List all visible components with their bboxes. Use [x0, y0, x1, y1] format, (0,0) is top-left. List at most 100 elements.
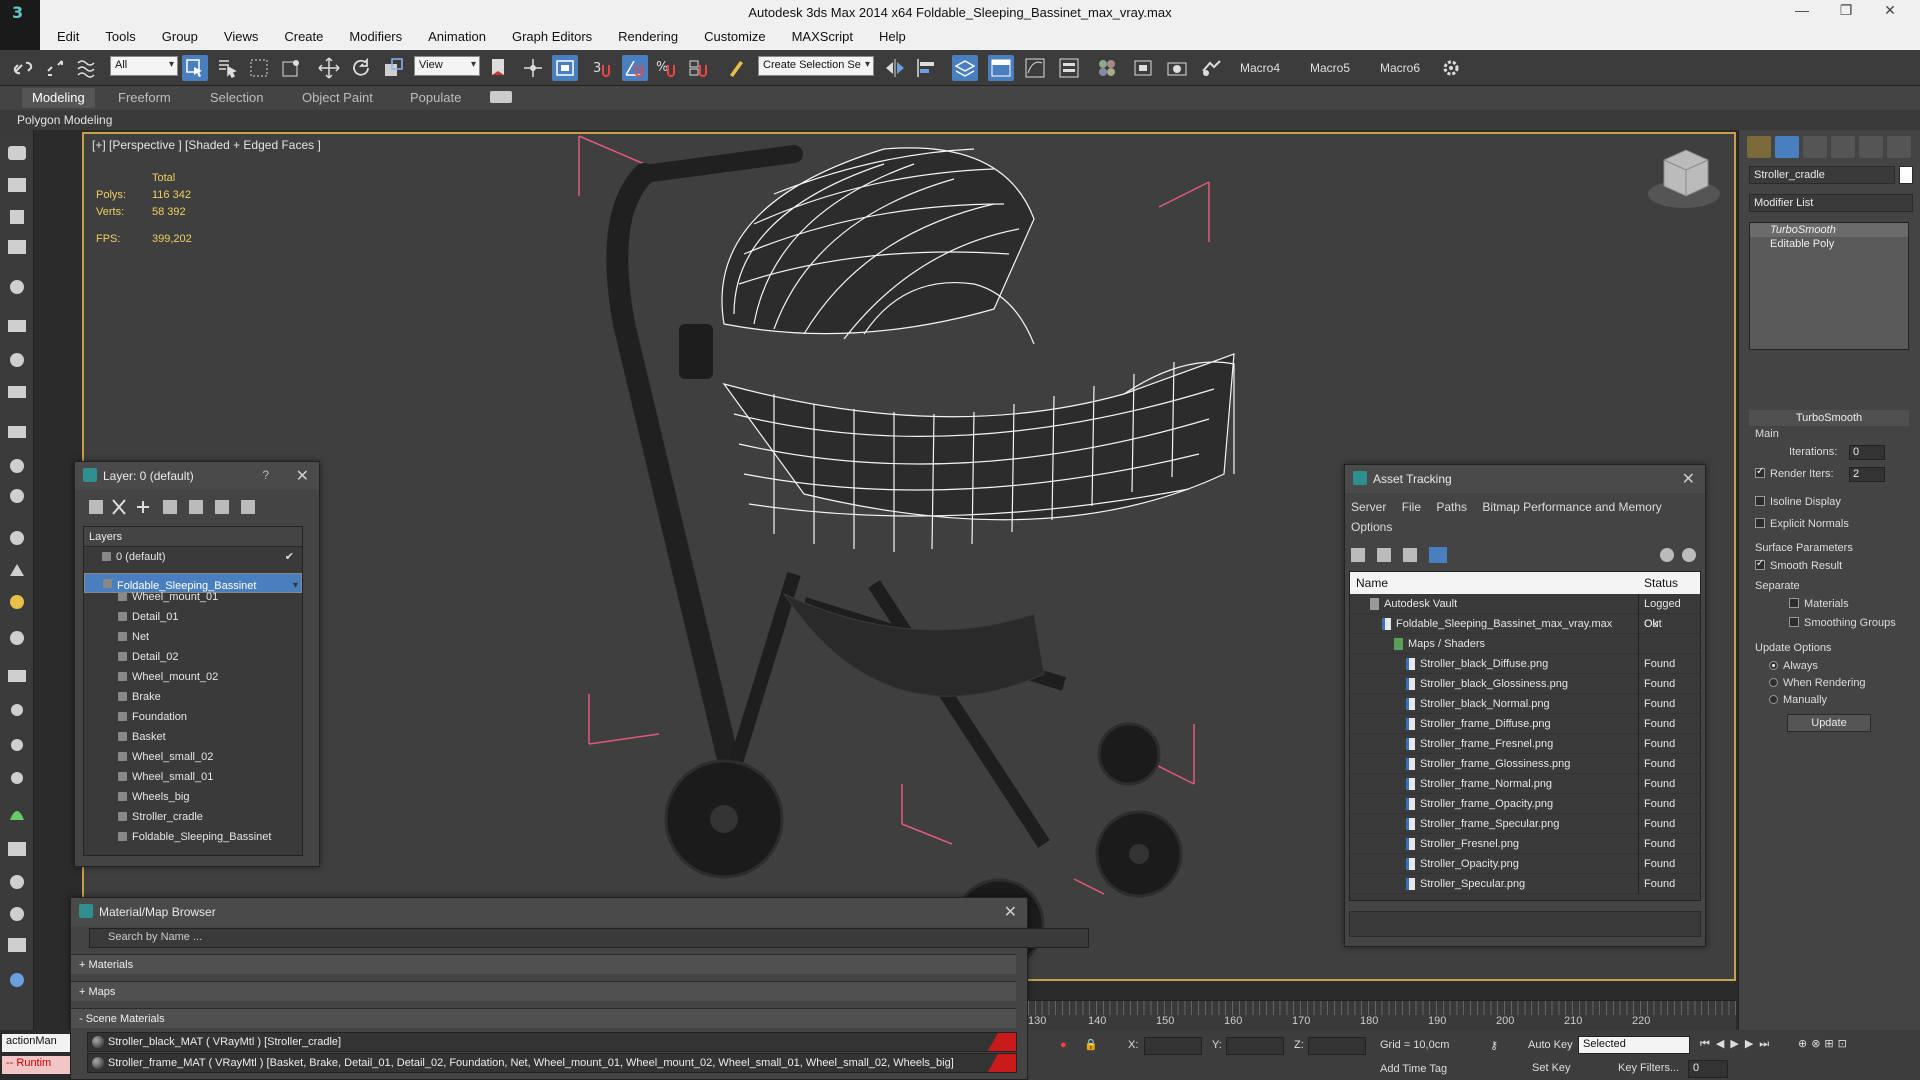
layer-object-row[interactable]: Basket — [84, 727, 302, 747]
manipulate-icon[interactable] — [520, 55, 546, 81]
selection-filter-dropdown[interactable]: All — [110, 56, 178, 76]
menu-maxscript[interactable]: MAXScript — [779, 29, 866, 44]
tab-populate[interactable]: Populate — [410, 90, 461, 105]
rotate-icon[interactable] — [348, 55, 374, 81]
mirror-icon[interactable] — [882, 55, 908, 81]
asset-row[interactable]: Stroller_Specular.png Found — [1350, 874, 1700, 894]
tab-selection[interactable]: Selection — [210, 90, 263, 105]
asset-menu-paths[interactable]: Paths — [1436, 500, 1467, 514]
macro5-button[interactable]: Macro5 — [1310, 61, 1350, 75]
minimize-button[interactable]: — — [1782, 2, 1822, 24]
asset-menu-bitmap[interactable]: Bitmap Performance and Memory — [1482, 500, 1661, 514]
asset-row[interactable]: Stroller_black_Glossiness.png Found — [1350, 674, 1700, 694]
stack-item-turbosmooth[interactable]: TurboSmooth — [1750, 223, 1908, 237]
material-panel-close-button[interactable]: ✕ — [1004, 902, 1017, 922]
asset-row[interactable]: Stroller_frame_Glossiness.png Found — [1350, 754, 1700, 774]
percent-snap-icon[interactable]: % — [654, 55, 680, 81]
tab-object-paint[interactable]: Object Paint — [302, 90, 373, 105]
asset-row[interactable]: Stroller_frame_Diffuse.png Found — [1350, 714, 1700, 734]
turbosmooth-rollout[interactable]: TurboSmooth — [1749, 410, 1909, 426]
layer-object-row[interactable]: Foundation — [84, 707, 302, 727]
layers-column-header[interactable]: Layers — [84, 527, 302, 547]
maxscript-line-1[interactable]: actionMan — [2, 1034, 70, 1052]
materials-option[interactable]: Materials — [1789, 598, 1849, 610]
isoline-checkbox[interactable] — [1755, 496, 1765, 506]
align-icon[interactable] — [914, 55, 940, 81]
tab-freeform[interactable]: Freeform — [118, 90, 171, 105]
explicit-normals-checkbox[interactable] — [1755, 518, 1765, 528]
menu-tools[interactable]: Tools — [92, 29, 148, 44]
smoothing-groups-option[interactable]: Smoothing Groups — [1789, 617, 1896, 629]
viewport-nav-controls[interactable]: ⊕⊗⊞⊡ — [1798, 1037, 1851, 1050]
asset-menu-file[interactable]: File — [1402, 500, 1421, 514]
layer-manager-icon[interactable] — [952, 55, 978, 81]
rect-selection-icon[interactable] — [246, 55, 272, 81]
manually-radio[interactable] — [1769, 695, 1778, 704]
layer-panel-close-button[interactable]: ✕ — [296, 466, 309, 486]
asset-menu-options[interactable]: Options — [1351, 520, 1392, 534]
unlink-icon[interactable] — [42, 55, 68, 81]
menu-create[interactable]: Create — [271, 29, 336, 44]
macro4-button[interactable]: Macro4 — [1240, 61, 1280, 75]
iterations-spinner[interactable]: 0 — [1849, 445, 1885, 460]
timeline[interactable]: 130 140 150 160 170 180 190 200 210 220 — [1028, 1000, 1736, 1030]
manually-option[interactable]: Manually — [1769, 694, 1827, 706]
menu-edit[interactable]: Edit — [44, 29, 92, 44]
asset-row[interactable]: Stroller_black_Normal.png Found — [1350, 694, 1700, 714]
col-status-header[interactable]: Status — [1644, 576, 1678, 590]
keyboard-shortcut-icon[interactable] — [552, 55, 578, 81]
pivot-icon[interactable] — [486, 55, 512, 81]
display-tab-icon[interactable] — [1859, 136, 1883, 158]
select-by-name-icon[interactable] — [214, 55, 240, 81]
current-frame-field[interactable]: 0 — [1688, 1060, 1728, 1078]
material-editor-icon[interactable] — [1094, 55, 1120, 81]
menu-views[interactable]: Views — [211, 29, 271, 44]
create-tab-icon[interactable] — [1747, 136, 1771, 158]
explicit-normals-option[interactable]: Explicit Normals — [1755, 518, 1849, 530]
menu-help[interactable]: Help — [866, 29, 919, 44]
asset-row[interactable]: Stroller_Opacity.png Found — [1350, 854, 1700, 874]
auto-key-button[interactable]: Auto Key — [1528, 1039, 1573, 1051]
layer-panel-header[interactable]: Layer: 0 (default) ? ✕ — [75, 462, 319, 490]
asset-row[interactable]: Foldable_Sleeping_Bassinet_max_vray.max O… — [1350, 614, 1700, 634]
modify-tab-icon[interactable] — [1775, 136, 1799, 158]
material-panel-header[interactable]: Material/Map Browser ✕ — [71, 898, 1027, 926]
pin-icon[interactable]: ● — [1060, 1039, 1067, 1051]
key-filters-button[interactable]: Key Filters... — [1618, 1062, 1679, 1074]
add-time-tag-button[interactable]: Add Time Tag — [1380, 1063, 1447, 1075]
materials-checkbox[interactable] — [1789, 598, 1799, 608]
asset-menu-server[interactable]: Server — [1351, 500, 1386, 514]
menu-customize[interactable]: Customize — [691, 29, 778, 44]
select-object-icon[interactable] — [182, 55, 208, 81]
polygon-modeling-label[interactable]: Polygon Modeling — [17, 113, 112, 127]
asset-row[interactable]: Maps / Shaders — [1350, 634, 1700, 654]
lock-icon[interactable]: 🔒 — [1084, 1038, 1098, 1051]
materials-group[interactable]: + Materials — [71, 954, 1016, 974]
render-iters-checkbox[interactable] — [1755, 466, 1765, 478]
menu-graph-editors[interactable]: Graph Editors — [499, 29, 605, 44]
menu-animation[interactable]: Animation — [415, 29, 499, 44]
material-row[interactable]: Stroller_black_MAT ( VRayMtl ) [Stroller… — [87, 1032, 1017, 1052]
modifier-list-dropdown[interactable]: Modifier List — [1749, 194, 1913, 212]
bind-space-warp-icon[interactable] — [74, 55, 100, 81]
playback-controls[interactable]: ⏮◀▶▶⏭ — [1700, 1037, 1775, 1051]
rendered-frame-window-icon[interactable] — [1164, 55, 1190, 81]
asset-panel-close-button[interactable]: ✕ — [1682, 469, 1695, 489]
layer-object-row[interactable]: Wheel_small_02 — [84, 747, 302, 767]
scene-materials-group[interactable]: - Scene Materials — [71, 1008, 1016, 1028]
asset-row[interactable]: Stroller_frame_Normal.png Found — [1350, 774, 1700, 794]
angle-snap-icon[interactable] — [622, 55, 648, 81]
layer-object-row[interactable]: Wheel_mount_02 — [84, 667, 302, 687]
object-name-field[interactable]: Stroller_cradle — [1749, 166, 1895, 184]
menu-rendering[interactable]: Rendering — [605, 29, 691, 44]
help-button[interactable]: ? — [262, 468, 269, 482]
layer-object-row[interactable]: Stroller_cradle — [84, 807, 302, 827]
named-selection-input[interactable]: Create Selection Se — [758, 56, 874, 76]
utilities-tab-icon[interactable] — [1887, 136, 1911, 158]
asset-row[interactable]: Autodesk Vault Logged Out — [1350, 594, 1700, 630]
layer-row[interactable]: 0 (default) ✔ — [84, 547, 302, 567]
snap-3d-icon[interactable]: 3 — [590, 55, 616, 81]
asset-row[interactable]: Stroller_frame_Specular.png Found — [1350, 814, 1700, 834]
menu-group[interactable]: Group — [149, 29, 211, 44]
render-setup-icon[interactable] — [1130, 55, 1156, 81]
